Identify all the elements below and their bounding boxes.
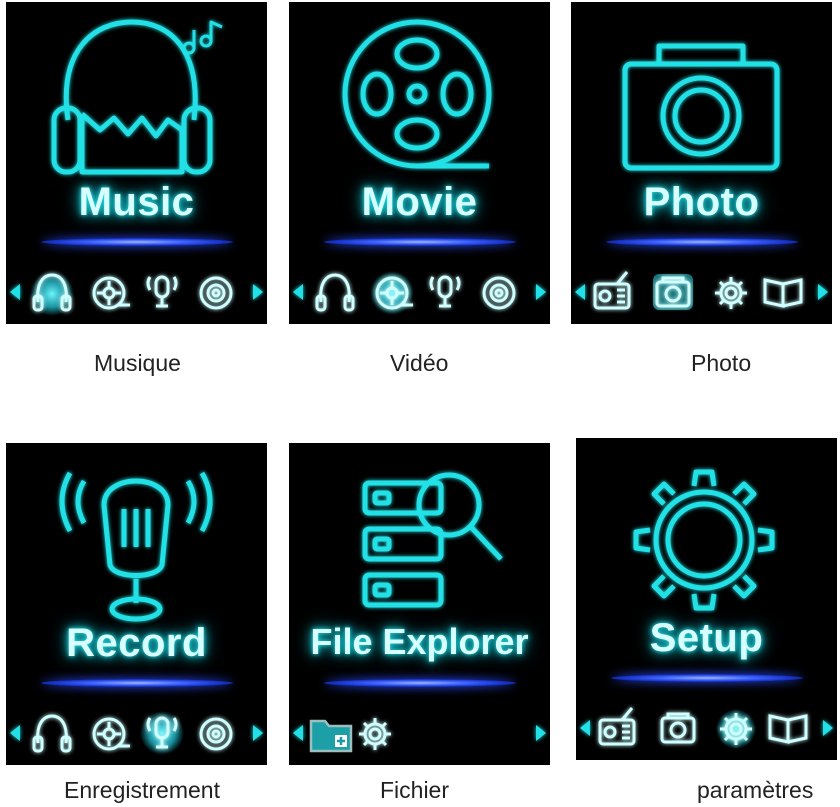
disc-icon [482, 276, 516, 310]
caption-setup: paramètres [697, 777, 814, 803]
screen-movie: Movie [289, 2, 550, 324]
caption-record: Enregistrement [64, 777, 220, 803]
caption-photo: Photo [691, 350, 752, 376]
disc-icon [199, 276, 233, 310]
headphones-icon [51, 19, 223, 175]
icon-strip [293, 271, 546, 315]
gear-icon [633, 469, 775, 611]
microphone-icon [146, 275, 178, 308]
microphone-icon [59, 471, 213, 622]
icon-strip [575, 271, 828, 310]
film-reel-icon [342, 19, 492, 169]
highlight-bar [606, 238, 798, 246]
folder-add-icon [309, 719, 353, 753]
camera-icon [622, 43, 780, 171]
film-reel-icon [92, 717, 130, 751]
arrow-left-icon [580, 720, 590, 736]
gear-icon [715, 277, 747, 309]
highlight-bar [611, 674, 803, 682]
screen-title: Music [78, 180, 195, 224]
icon-strip [580, 707, 833, 749]
screen-title: Record [66, 621, 207, 665]
icon-strip [293, 718, 546, 753]
caption-movie: Vidéo [390, 350, 449, 376]
screen-record: Record [6, 443, 267, 765]
radio-icon [593, 271, 631, 310]
arrow-left-icon [10, 284, 20, 300]
arrow-left-icon [575, 284, 585, 300]
screen-file-explorer: File Explorer [289, 443, 550, 765]
caption-file-explorer: Fichier [380, 777, 450, 803]
screen-music: Music [6, 2, 267, 324]
headphones-icon [315, 273, 355, 312]
arrow-left-icon [10, 725, 20, 741]
arrow-right-icon [536, 725, 546, 741]
caption-music: Musique [94, 350, 181, 376]
highlight-bar [41, 238, 233, 246]
highlight-bar [324, 679, 516, 687]
book-icon [768, 714, 808, 744]
screen-setup: Setup [576, 438, 837, 760]
highlight-bar [41, 679, 233, 687]
icon-strip [10, 711, 263, 755]
arrow-left-icon [293, 284, 303, 300]
screen-title: Setup [649, 616, 764, 660]
book-icon [763, 278, 803, 308]
arrow-right-icon [536, 284, 546, 300]
screen-title: File Explorer [310, 621, 529, 662]
arrow-right-icon [823, 720, 833, 736]
radio-icon [598, 707, 636, 746]
screen-photo: Photo [571, 2, 832, 324]
screen-title: Photo [643, 180, 760, 224]
server-search-icon [362, 472, 503, 608]
camera-icon [660, 712, 696, 744]
arrow-right-icon [818, 284, 828, 300]
microphone-icon [429, 275, 461, 308]
icon-strip [10, 272, 263, 316]
disc-icon [199, 717, 233, 751]
film-reel-icon [92, 276, 130, 310]
arrow-right-icon [253, 284, 263, 300]
arrow-left-icon [293, 725, 303, 741]
gear-icon [359, 718, 391, 750]
screen-title: Movie [361, 180, 478, 224]
headphones-icon [32, 714, 72, 753]
arrow-right-icon [253, 725, 263, 741]
highlight-bar [324, 238, 516, 246]
